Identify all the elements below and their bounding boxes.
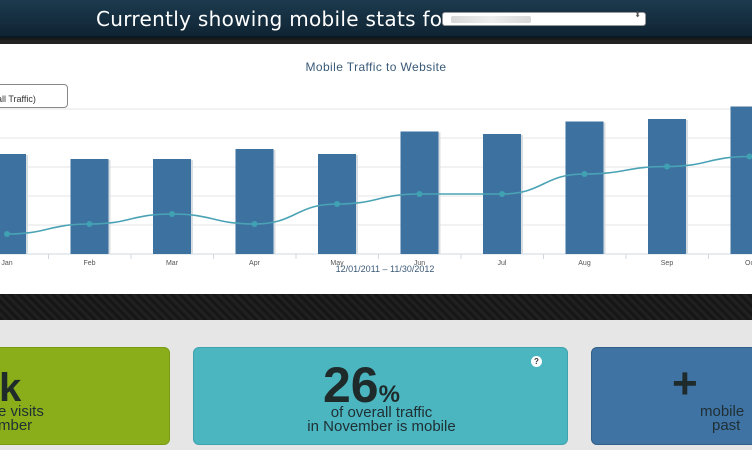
- series-line: [6, 155, 752, 235]
- line-point-Sep: [664, 163, 670, 170]
- bar-Sep: [648, 119, 686, 254]
- stats-section: k e visits mber ? 26% of overall traffic…: [0, 320, 752, 450]
- growth-line2: past: [712, 417, 741, 434]
- mobile-share-number: 26%: [323, 360, 400, 410]
- bar-Mar: [153, 159, 191, 254]
- x-tick-label: Aug: [578, 260, 591, 267]
- mobile-share-card: ? 26% of overall traffic in November is …: [193, 347, 568, 445]
- bar-Aug: [565, 121, 604, 254]
- growth-card: + mobile past: [591, 347, 752, 445]
- header-bar: Currently showing mobile stats for ⬍: [0, 0, 752, 38]
- x-tick-label: Sep: [661, 260, 674, 267]
- page-title: Currently showing mobile stats for: [96, 7, 451, 31]
- visits-card: k e visits mber: [0, 347, 170, 445]
- traffic-chart: JanFebMarAprMayJunJulAugSepOc12/01/2011 …: [0, 106, 752, 274]
- visits-number: k: [0, 366, 22, 410]
- line-point-Feb: [86, 221, 93, 227]
- line-point-Mar: [169, 211, 175, 217]
- line-point-Jan: [4, 231, 10, 237]
- select-arrows-icon: ⬍: [634, 10, 641, 19]
- x-tick-label: Jan: [1, 260, 12, 267]
- visits-line2: mber: [0, 417, 33, 434]
- redacted-site-name: [451, 16, 531, 23]
- bar-Apr: [235, 149, 274, 254]
- mobile-share-line2: in November is mobile: [307, 418, 456, 435]
- bar-Oct: [730, 106, 752, 254]
- growth-number: +: [672, 359, 698, 408]
- bar-Feb: [70, 159, 109, 254]
- site-select-dropdown[interactable]: ⬍: [442, 10, 646, 26]
- x-tick-label: Apr: [249, 260, 261, 267]
- x-tick-label: Mar: [166, 260, 179, 267]
- line-point-Jul: [499, 191, 505, 197]
- bar-Jan: [0, 154, 26, 254]
- x-tick-label: Oc: [745, 260, 752, 267]
- help-icon[interactable]: ?: [531, 356, 542, 367]
- x-tick-label: Jul: [498, 260, 507, 267]
- x-axis-label: 12/01/2011 – 11/30/2012: [336, 264, 435, 274]
- texture-band: [0, 294, 752, 320]
- line-point-Jun: [416, 191, 423, 197]
- x-tick-label: Feb: [83, 260, 95, 267]
- line-point-May: [334, 201, 340, 207]
- chart-panel: Mobile Traffic to Website erall Traffic)…: [0, 44, 752, 294]
- line-point-Apr: [251, 221, 258, 227]
- line-point-Aug: [581, 171, 588, 177]
